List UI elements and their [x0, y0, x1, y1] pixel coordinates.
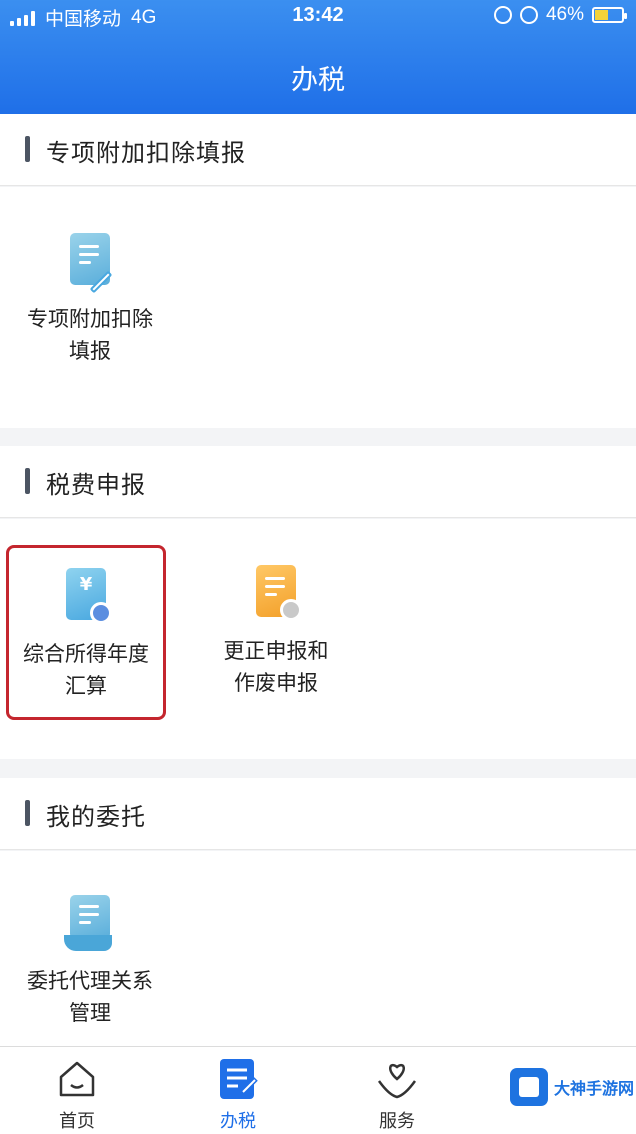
- section-header-special-deduction: 专项附加扣除填报: [0, 114, 636, 186]
- rotation-lock-icon: [493, 6, 512, 24]
- watermark-text: 大神手游网: [554, 1079, 635, 1098]
- status-right: 46%: [493, 4, 627, 26]
- watermark-logo-icon: [510, 1068, 548, 1106]
- tile-special-deduction-filing[interactable]: 专项附加扣除 填报: [10, 233, 170, 367]
- tax-document-icon: ¥: [60, 568, 112, 624]
- tile-label: 综合所得年度 汇算: [23, 642, 149, 698]
- tax-icon: [216, 1057, 260, 1101]
- tab-label: 首页: [59, 1111, 95, 1132]
- correction-document-icon: [250, 565, 302, 621]
- home-icon: [55, 1057, 99, 1101]
- tile-entrust-management[interactable]: 委托代理关系 管理: [10, 895, 170, 1029]
- tab-label: 服务: [379, 1111, 415, 1132]
- tab-service[interactable]: 服务: [342, 1057, 452, 1133]
- section-header-my-entrustment: 我的委托: [0, 778, 636, 850]
- heart-hand-icon: [375, 1057, 419, 1101]
- tab-label: 办税: [220, 1111, 256, 1132]
- app-header: 中国移动 4G 13:42 46% 办税: [0, 0, 636, 114]
- entrust-document-icon: [64, 895, 116, 951]
- section-marker: [25, 468, 30, 494]
- section-header-tax-filing: 税费申报: [0, 446, 636, 518]
- tab-home[interactable]: 首页: [22, 1057, 132, 1133]
- status-bar: 中国移动 4G 13:42 46%: [0, 0, 636, 32]
- section-marker: [25, 800, 30, 826]
- section-body-special-deduction: 专项附加扣除 填报: [0, 187, 636, 428]
- battery-text: 46%: [545, 4, 584, 25]
- tab-tax[interactable]: 办税: [183, 1057, 293, 1133]
- tile-correct-void-filing[interactable]: 更正申报和 作废申报: [196, 565, 356, 699]
- tile-label: 更正申报和 作废申报: [223, 639, 329, 695]
- alarm-icon: [519, 6, 538, 24]
- section-title: 我的委托: [46, 803, 146, 831]
- section-body-my-entrustment: 委托代理关系 管理: [0, 851, 636, 1046]
- section-title: 税费申报: [46, 471, 146, 499]
- tile-label: 委托代理关系 管理: [27, 969, 153, 1025]
- section-marker: [25, 136, 30, 162]
- watermark: 大神手游网: [510, 1068, 634, 1106]
- page-title: 办税: [291, 65, 345, 96]
- section-title: 专项附加扣除填报: [46, 139, 246, 167]
- tile-annual-settlement[interactable]: ¥ 综合所得年度 汇算: [6, 545, 166, 720]
- document-edit-icon: [64, 233, 116, 294]
- section-body-tax-filing: ¥ 综合所得年度 汇算 更正申报和 作废申报: [0, 519, 636, 1112]
- battery-icon: [592, 7, 627, 23]
- tile-label: 专项附加扣除 填报: [27, 307, 153, 363]
